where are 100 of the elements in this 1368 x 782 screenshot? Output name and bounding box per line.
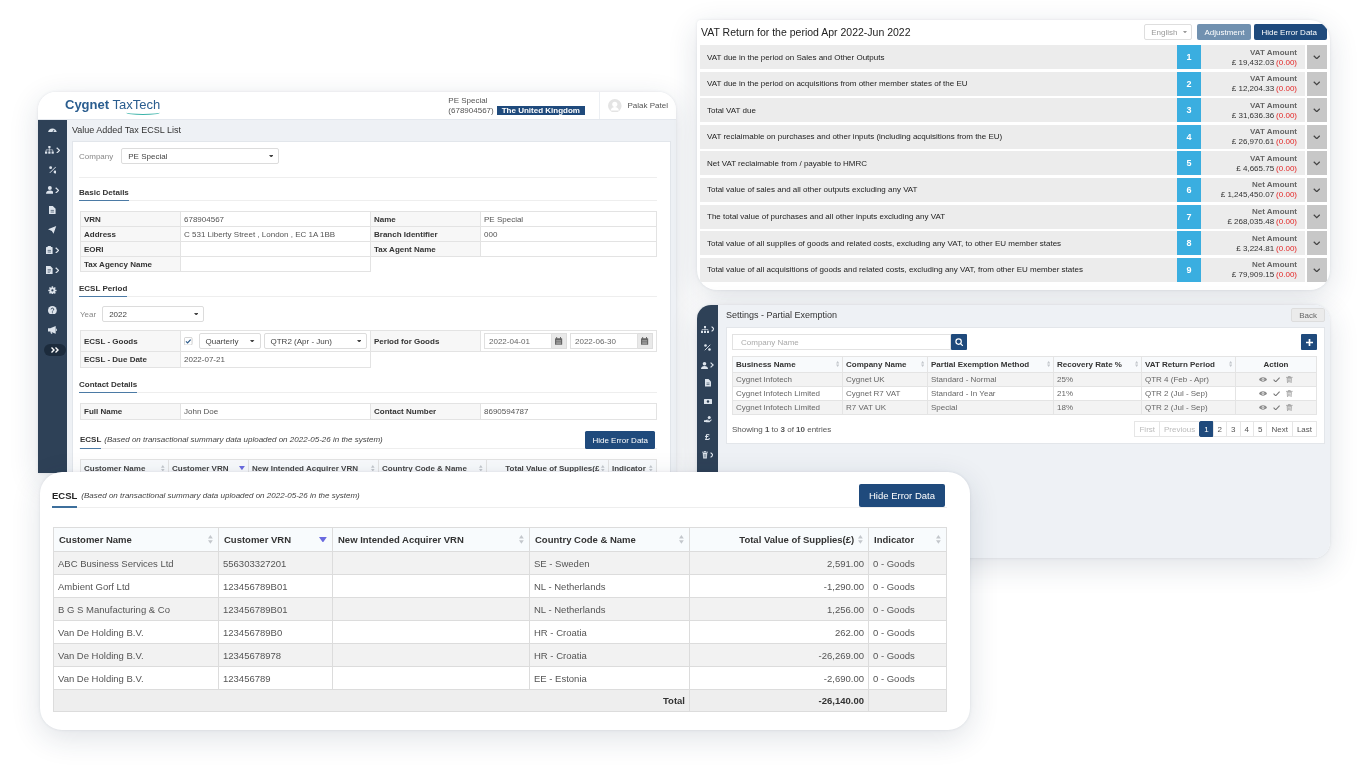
field-value: 678904567 bbox=[181, 212, 371, 227]
item-description: VAT due in the period on Sales and Other Outputs bbox=[700, 45, 1177, 69]
field-label: Year bbox=[80, 309, 97, 319]
entries-summary: Showing 1 to 3 of 10 entries bbox=[732, 424, 832, 434]
user-icon[interactable] bbox=[701, 361, 709, 369]
expand-button[interactable] bbox=[1307, 177, 1327, 202]
amount-label: VAT Amount bbox=[1250, 153, 1297, 163]
expand-button[interactable] bbox=[1307, 71, 1327, 96]
trash-icon[interactable] bbox=[1286, 375, 1293, 384]
expand-button[interactable] bbox=[1307, 204, 1327, 229]
back-button[interactable]: Back bbox=[1291, 308, 1325, 322]
expand-button[interactable] bbox=[1307, 98, 1327, 123]
search-field[interactable]: Company Name bbox=[732, 334, 951, 350]
document-icon[interactable] bbox=[49, 205, 56, 215]
column-header: New Intended Acquirer VRN bbox=[338, 534, 464, 545]
help-icon[interactable] bbox=[48, 305, 57, 315]
hand-coin-icon[interactable] bbox=[703, 415, 712, 423]
file-icon[interactable] bbox=[46, 265, 53, 275]
company-select[interactable]: PE Special bbox=[121, 148, 280, 164]
page-button[interactable]: Last bbox=[1291, 421, 1317, 437]
gauge-icon[interactable] bbox=[48, 127, 57, 133]
year-select[interactable]: 2022 bbox=[102, 306, 205, 322]
caret-down-icon bbox=[268, 154, 274, 158]
checkbox[interactable] bbox=[184, 336, 193, 346]
field-value: John Doe bbox=[181, 404, 371, 420]
calendar-button[interactable] bbox=[552, 333, 567, 349]
sitemap-icon[interactable] bbox=[44, 146, 54, 154]
error-amount: (0.00) bbox=[1276, 57, 1297, 67]
amount-label: VAT Amount bbox=[1250, 100, 1297, 110]
field-label: Full Name bbox=[81, 404, 181, 420]
error-amount: (0.00) bbox=[1276, 190, 1297, 200]
megaphone-icon[interactable] bbox=[48, 326, 57, 334]
expand-button[interactable] bbox=[1307, 231, 1327, 256]
bin-icon[interactable] bbox=[701, 451, 708, 459]
field-label: ECSL - Due Date bbox=[81, 352, 181, 368]
gear-icon[interactable] bbox=[48, 285, 57, 295]
error-amount: (0.00) bbox=[1276, 163, 1297, 173]
sitemap-icon[interactable] bbox=[700, 325, 709, 333]
error-amount: (0.00) bbox=[1276, 137, 1297, 147]
clipboard-icon[interactable] bbox=[46, 245, 53, 255]
item-description: Total value of all acquisitions of goods and related costs, excluding any VAT, from other EU member states bbox=[700, 257, 1177, 282]
percent-icon[interactable] bbox=[48, 166, 57, 174]
item-number: 6 bbox=[1177, 177, 1201, 202]
date-field[interactable]: 2022-04-01 bbox=[484, 333, 552, 349]
eye-icon[interactable] bbox=[1259, 391, 1268, 396]
amount-label: VAT Amount bbox=[1250, 127, 1297, 137]
column-header: Country Code & Name bbox=[382, 463, 467, 473]
expand-button[interactable] bbox=[1307, 45, 1327, 69]
expand-button[interactable] bbox=[1307, 257, 1327, 282]
column-header: Customer Name bbox=[84, 463, 146, 473]
banknote-icon[interactable] bbox=[703, 398, 712, 404]
page-button[interactable]: Next bbox=[1266, 421, 1293, 437]
eye-icon[interactable] bbox=[1259, 405, 1268, 410]
amount-value: £ 12,204.33 bbox=[1231, 84, 1275, 94]
date-field[interactable]: 2022-06-30 bbox=[570, 333, 638, 349]
double-chevron-icon[interactable] bbox=[44, 344, 66, 356]
item-number: 1 bbox=[1177, 45, 1201, 69]
amount-value: £ 79,909.15 bbox=[1231, 270, 1275, 280]
percent-icon[interactable] bbox=[704, 343, 711, 351]
amount-value: £ 19,432.03 bbox=[1231, 57, 1275, 67]
page-button[interactable]: 1 bbox=[1199, 421, 1214, 437]
page-button[interactable]: 3 bbox=[1226, 421, 1241, 437]
amount-value: £ 31,636.36 bbox=[1231, 110, 1275, 120]
action-button[interactable]: Hide Error Data bbox=[1254, 24, 1327, 40]
section-heading: ECSL bbox=[52, 484, 78, 508]
expand-button[interactable] bbox=[1307, 124, 1327, 149]
hide-errors-button[interactable]: Hide Error Data bbox=[859, 484, 945, 507]
item-description: Total VAT due bbox=[700, 98, 1177, 123]
expand-button[interactable] bbox=[1307, 151, 1327, 176]
hide-errors-button[interactable]: Hide Error Data bbox=[585, 431, 655, 449]
item-description: Net VAT reclaimable from / payable to HMRC bbox=[700, 151, 1177, 176]
eye-icon[interactable] bbox=[1259, 377, 1268, 382]
user-icon[interactable] bbox=[45, 186, 54, 194]
item-number: 5 bbox=[1177, 151, 1201, 176]
amount-label: Net Amount bbox=[1251, 233, 1297, 243]
user-name[interactable]: Palak Patel bbox=[627, 101, 668, 110]
document-icon[interactable] bbox=[704, 379, 711, 387]
add-button[interactable] bbox=[1301, 334, 1317, 350]
frequency-select[interactable]: Quarterly bbox=[198, 333, 261, 349]
amount-value: £ 3,224.81 bbox=[1236, 243, 1275, 253]
column-header: Customer VRN bbox=[172, 463, 229, 473]
pound-sign-icon[interactable]: £ bbox=[705, 432, 710, 442]
paper-plane-icon[interactable] bbox=[48, 226, 57, 234]
quarter-select[interactable]: QTR2 (Apr - Jun) bbox=[263, 333, 367, 349]
field-label: VRN bbox=[81, 212, 181, 227]
trash-icon[interactable] bbox=[1286, 403, 1293, 412]
caret-down-icon bbox=[193, 312, 199, 316]
total-value: -26,140.00 bbox=[690, 690, 869, 712]
search-icon bbox=[954, 337, 964, 347]
trash-icon[interactable] bbox=[1286, 389, 1293, 398]
column-header: Customer Name bbox=[59, 534, 132, 545]
section-heading: ECSL bbox=[80, 431, 102, 449]
item-description: VAT due in the period on acquisitions from other member states of the EU bbox=[700, 71, 1177, 96]
amount-value: £ 1,245,450.07 bbox=[1220, 190, 1275, 200]
company-vrn: (678904567) bbox=[448, 106, 494, 115]
calendar-button[interactable] bbox=[638, 333, 653, 349]
field-label: Address bbox=[81, 227, 181, 242]
section-heading: ECSL Period bbox=[79, 281, 128, 297]
sort-descending-icon[interactable] bbox=[319, 536, 327, 543]
search-button[interactable] bbox=[951, 334, 967, 350]
